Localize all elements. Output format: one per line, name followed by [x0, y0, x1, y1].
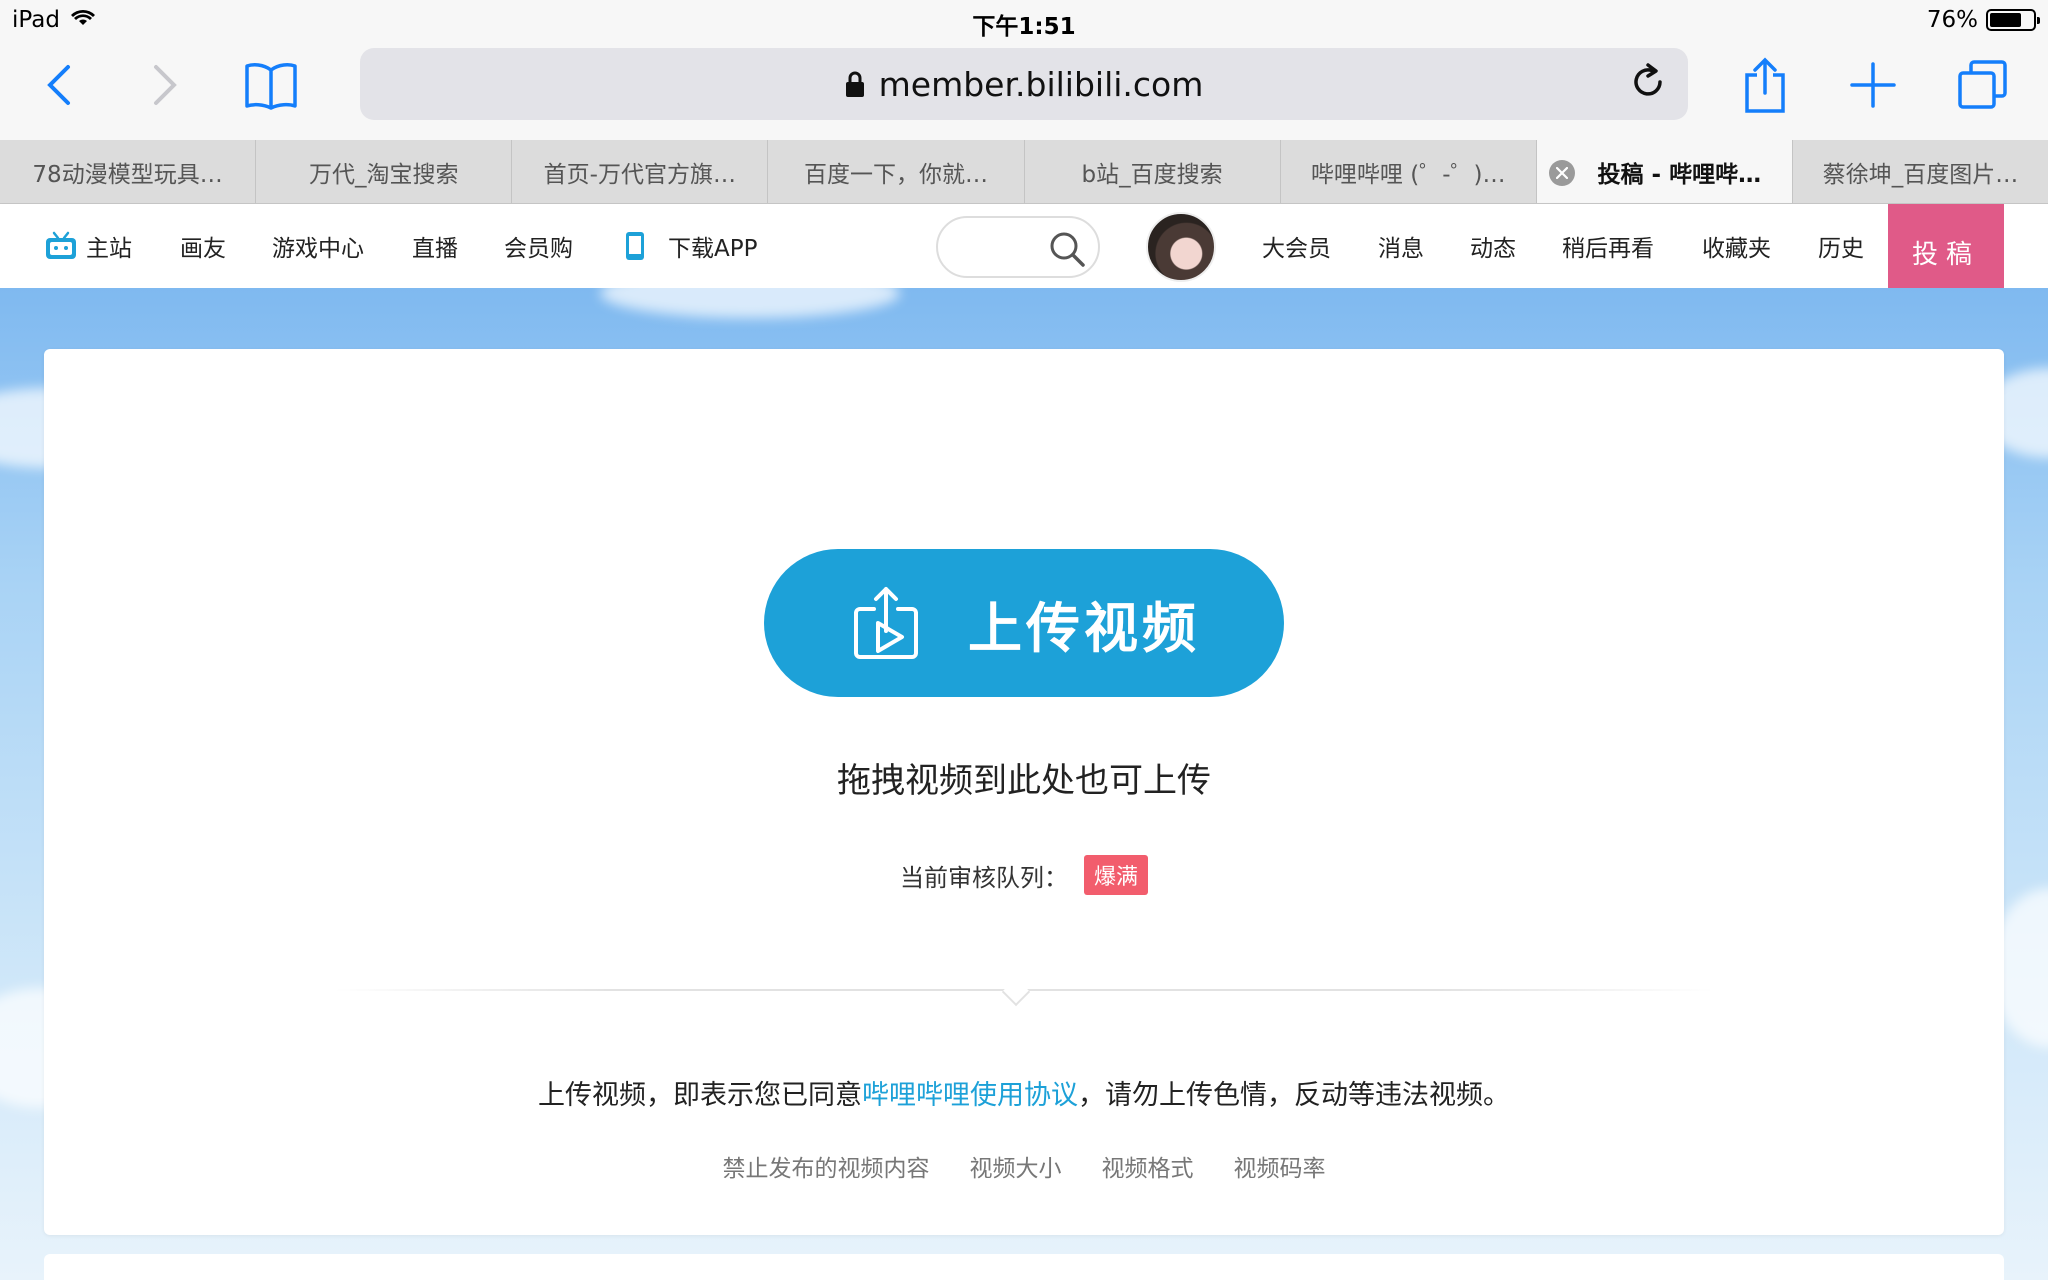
site-nav: 主站 画友 游戏中心 直播 会员购 下载APP 大会员 消息 动态 稍后再看 收… — [0, 204, 2048, 300]
tabs-overview-button[interactable] — [1948, 50, 2018, 120]
browser-tab[interactable]: 百度一下，你就… — [768, 140, 1025, 203]
lock-icon — [845, 70, 865, 98]
bookmarks-button[interactable] — [236, 50, 306, 120]
phone-icon — [626, 232, 644, 260]
new-tab-button[interactable] — [1838, 50, 1908, 120]
nav-live[interactable]: 直播 — [412, 204, 458, 288]
upload-icon — [854, 587, 918, 659]
plus-icon — [1850, 62, 1896, 108]
upload-video-button[interactable]: 上传视频 — [764, 549, 1284, 697]
browser-tab[interactable]: 首页-万代官方旗… — [512, 140, 769, 203]
nav-painter[interactable]: 画友 — [180, 204, 226, 288]
bilibili-tv-icon — [46, 231, 76, 259]
nav-watch-later[interactable]: 稍后再看 — [1562, 204, 1654, 288]
nav-member-shop[interactable]: 会员购 — [504, 204, 573, 288]
nav-dynamics[interactable]: 动态 — [1470, 204, 1516, 288]
status-bar: iPad 下午1:51 76% — [0, 0, 2048, 40]
link-prohibited-content[interactable]: 禁止发布的视频内容 — [723, 1149, 930, 1183]
search-icon[interactable] — [1048, 230, 1086, 272]
back-button[interactable] — [24, 50, 94, 120]
clock: 下午1:51 — [972, 14, 1076, 40]
link-video-format[interactable]: 视频格式 — [1102, 1149, 1194, 1183]
avatar[interactable] — [1146, 212, 1216, 282]
status-badge: 爆满 — [1083, 855, 1148, 895]
tab-strip: 78动漫模型玩具… 万代_淘宝搜索 首页-万代官方旗… 百度一下，你就… b站_… — [0, 140, 2048, 204]
secondary-card — [44, 1254, 2004, 1280]
browser-tab[interactable]: 78动漫模型玩具… — [0, 140, 257, 203]
chevron-right-icon — [154, 65, 177, 105]
browser-tab[interactable]: b站_百度搜索 — [1025, 140, 1281, 203]
address-bar[interactable]: member.bilibili.com — [360, 48, 1688, 120]
search-input[interactable] — [936, 216, 1100, 278]
nav-game-center[interactable]: 游戏中心 — [272, 204, 364, 288]
book-icon — [245, 63, 297, 110]
close-tab-icon[interactable] — [1548, 160, 1575, 186]
url-text: member.bilibili.com — [878, 64, 1204, 104]
nav-messages[interactable]: 消息 — [1378, 204, 1424, 288]
tabs-icon — [1958, 60, 2007, 109]
share-icon — [1745, 57, 1785, 113]
divider-notch — [1001, 977, 1031, 1007]
chevron-left-icon — [47, 65, 70, 105]
nav-download-app[interactable]: 下载APP — [624, 204, 757, 288]
share-button[interactable] — [1730, 50, 1800, 120]
nav-vip[interactable]: 大会员 — [1262, 204, 1331, 288]
battery-percent: 76% — [1926, 7, 1978, 33]
link-video-bitrate[interactable]: 视频码率 — [1234, 1149, 1326, 1183]
browser-tab[interactable]: 蔡徐坤_百度图片… — [1793, 140, 2048, 203]
link-video-size[interactable]: 视频大小 — [970, 1149, 1062, 1183]
nav-history[interactable]: 历史 — [1818, 204, 1864, 288]
browser-tab[interactable]: 哔哩哔哩 (゜-゜)… — [1281, 140, 1537, 203]
agreement-text: 上传视频，即表示您已同意哔哩哔哩使用协议，请勿上传色情，反动等违法视频。 — [538, 1080, 1510, 1111]
queue-label: 当前审核队列： — [899, 863, 1068, 892]
nav-main-site[interactable]: 主站 — [44, 204, 132, 288]
upload-card: 上传视频 拖拽视频到此处也可上传 当前审核队列： 爆满 上传视频，即表示您已同意… — [44, 349, 2004, 1235]
browser-toolbar: member.bilibili.com — [0, 40, 2048, 140]
submit-button[interactable]: 投稿 — [1888, 204, 2004, 300]
help-links: 禁止发布的视频内容 视频大小 视频格式 视频码率 — [44, 1149, 2004, 1183]
browser-tab[interactable]: 万代_淘宝搜索 — [256, 140, 513, 203]
review-queue: 当前审核队列： 爆满 — [44, 855, 2004, 895]
forward-button[interactable] — [130, 50, 200, 120]
drag-hint: 拖拽视频到此处也可上传 — [837, 761, 1211, 801]
browser-tab-active[interactable]: 投稿 - 哔哩哔… — [1536, 140, 1793, 203]
usage-agreement-link[interactable]: 哔哩哔哩使用协议 — [862, 1080, 1078, 1111]
nav-favorites[interactable]: 收藏夹 — [1702, 204, 1771, 288]
reload-icon[interactable] — [1628, 62, 1668, 110]
battery-icon — [1986, 9, 2040, 31]
